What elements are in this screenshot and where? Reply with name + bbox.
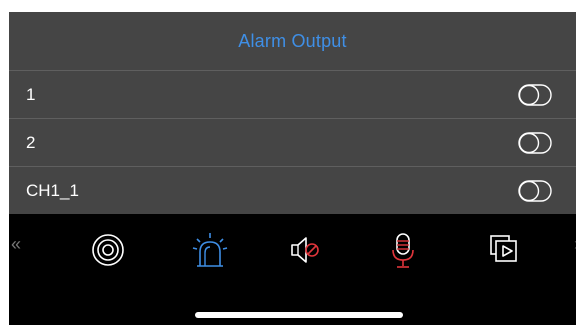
- output-label: 1: [26, 84, 36, 104]
- snapshot-icon[interactable]: [88, 230, 128, 270]
- playback-icon[interactable]: [485, 230, 525, 270]
- microphone-icon[interactable]: [383, 230, 423, 270]
- panel-header: Alarm Output: [9, 12, 576, 71]
- output-toggle[interactable]: [518, 83, 552, 106]
- output-toggle[interactable]: [518, 180, 552, 202]
- alarm-output-panel: Alarm Output 1 2 CH1_1: [9, 12, 576, 214]
- bottom-toolbar: «: [9, 214, 576, 325]
- scroll-left-arrow[interactable]: «: [11, 234, 21, 255]
- output-label: 2: [26, 132, 36, 152]
- app-screen: Alarm Output 1 2 CH1_1 «: [9, 12, 576, 325]
- output-toggle[interactable]: [518, 131, 552, 154]
- home-indicator[interactable]: [195, 312, 403, 318]
- alarm-light-icon[interactable]: [190, 230, 230, 270]
- output-label: CH1_1: [26, 181, 79, 200]
- output-row: CH1_1: [9, 167, 576, 215]
- speaker-muted-icon[interactable]: [286, 230, 326, 270]
- output-row: 2: [9, 119, 576, 167]
- output-row: 1: [9, 71, 576, 119]
- panel-title: Alarm Output: [238, 30, 347, 51]
